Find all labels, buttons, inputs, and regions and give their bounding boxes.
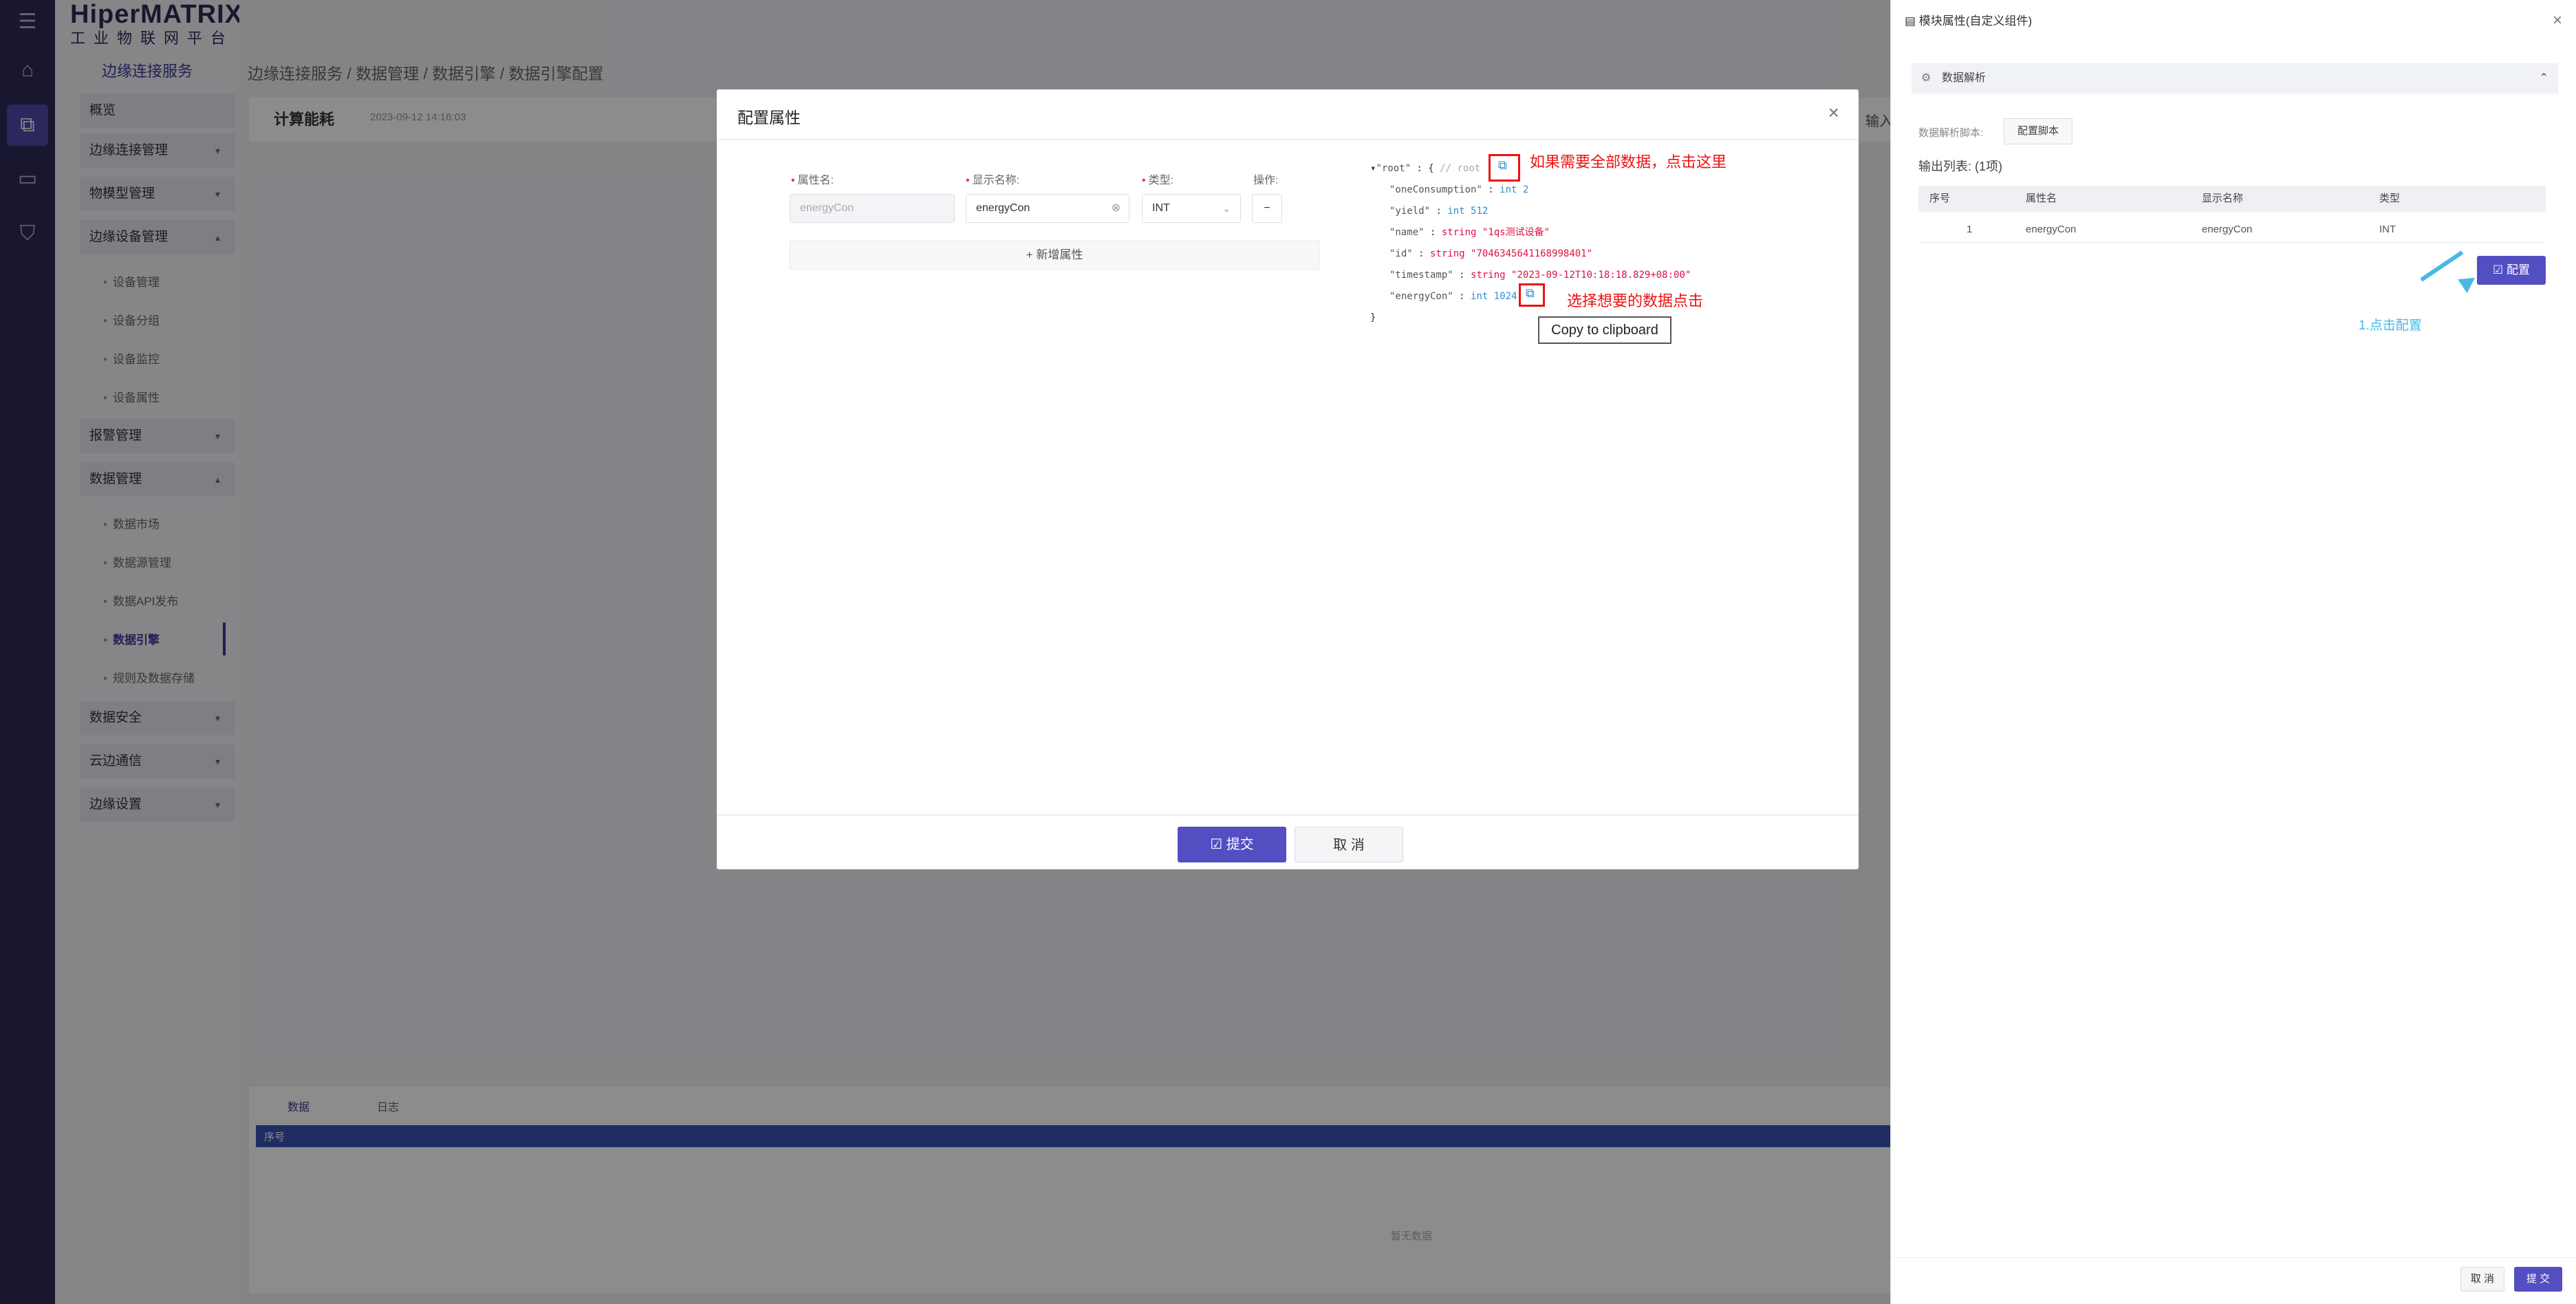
copy-icon[interactable]: ⧉ (1526, 286, 1535, 301)
submit-button[interactable]: ☑ 提交 (1178, 827, 1286, 862)
panel-title: ▤ 模块属性(自定义组件) (1905, 14, 2033, 28)
annotation-all-data: 如果需要全部数据，点击这里 (1530, 153, 1727, 171)
config-script-button[interactable]: 配置脚本 (2004, 118, 2072, 144)
divider (717, 139, 1859, 140)
json-line[interactable]: "oneConsumption" : int 2 (1370, 180, 1691, 201)
label-display-name: • 显示名称: (966, 175, 1020, 186)
panel-cancel-button[interactable]: 取 消 (2460, 1267, 2504, 1292)
cancel-button[interactable]: 取 消 (1295, 827, 1403, 862)
section-title: 数据解析 (1942, 72, 1987, 84)
display-name-input[interactable]: energyCon ⊗ (966, 194, 1129, 223)
panel-icon: ▤ (1905, 14, 1919, 28)
clear-icon[interactable]: ⊗ (1112, 195, 1121, 222)
annotation-click-config: 1.点击配置 (2359, 318, 2422, 333)
divider (1891, 1257, 2576, 1258)
copy-icon[interactable]: ⧉ (1498, 158, 1507, 173)
check-icon: ☑ (2493, 263, 2507, 276)
col-header: 类型 (2379, 193, 2401, 204)
label-type: • 类型: (1142, 175, 1174, 186)
label-attr-name: • 属性名: (791, 175, 834, 186)
script-label: 数据解析脚本: (1918, 127, 1984, 139)
table-cell: 1 (1967, 224, 1973, 235)
remove-row-button[interactable]: − (1252, 194, 1282, 223)
gear-icon: ⚙ (1921, 72, 1931, 84)
config-attributes-modal: 配置属性 × • 属性名: • 显示名称: • 类型: 操作: energyCon e… (717, 89, 1859, 869)
plus-icon: + (1026, 248, 1037, 261)
annotation-select-data: 选择想要的数据点击 (1567, 292, 1704, 309)
divider (717, 814, 1859, 816)
section-header: ⚙ 数据解析 ⌃ (1912, 63, 2558, 94)
row-divider (1918, 242, 2546, 243)
check-icon: ☑ (1210, 837, 1226, 852)
table-cell: energyCon (2202, 224, 2253, 235)
copy-tooltip: Copy to clipboard (1538, 316, 1671, 344)
attr-name-input[interactable]: energyCon (790, 194, 955, 223)
output-label: 输出列表: (1项) (1918, 160, 2003, 173)
json-line[interactable]: "name" : string "1qs测试设备" (1370, 222, 1691, 243)
label-ops: 操作: (1253, 175, 1279, 186)
col-header: 序号 (1929, 193, 1951, 204)
json-line[interactable]: "yield" : int 512 (1370, 201, 1691, 222)
panel-submit-button[interactable]: 提 交 (2514, 1267, 2562, 1292)
modal-title: 配置属性 (737, 109, 801, 127)
table-cell: energyCon (2026, 224, 2077, 235)
col-header: 显示名称 (2202, 193, 2244, 204)
col-header: 属性名 (2026, 193, 2057, 204)
json-line[interactable]: "id" : string "7046345641168998401" (1370, 243, 1691, 265)
chevron-down-icon: ⌄ (1222, 203, 1231, 214)
collapse-icon[interactable]: ⌃ (2540, 63, 2548, 94)
close-icon[interactable]: × (2553, 11, 2562, 30)
module-properties-panel: ▤ 模块属性(自定义组件) × ⚙ 数据解析 ⌃ 数据解析脚本: 配置脚本 输出… (1890, 0, 2576, 1304)
config-button[interactable]: ☑ 配置 (2477, 256, 2546, 285)
table-cell: INT (2379, 224, 2396, 235)
close-icon[interactable]: × (1828, 102, 1839, 124)
type-select[interactable]: INT ⌄ (1142, 194, 1241, 223)
add-attribute-button[interactable]: + 新增属性 (790, 241, 1319, 270)
